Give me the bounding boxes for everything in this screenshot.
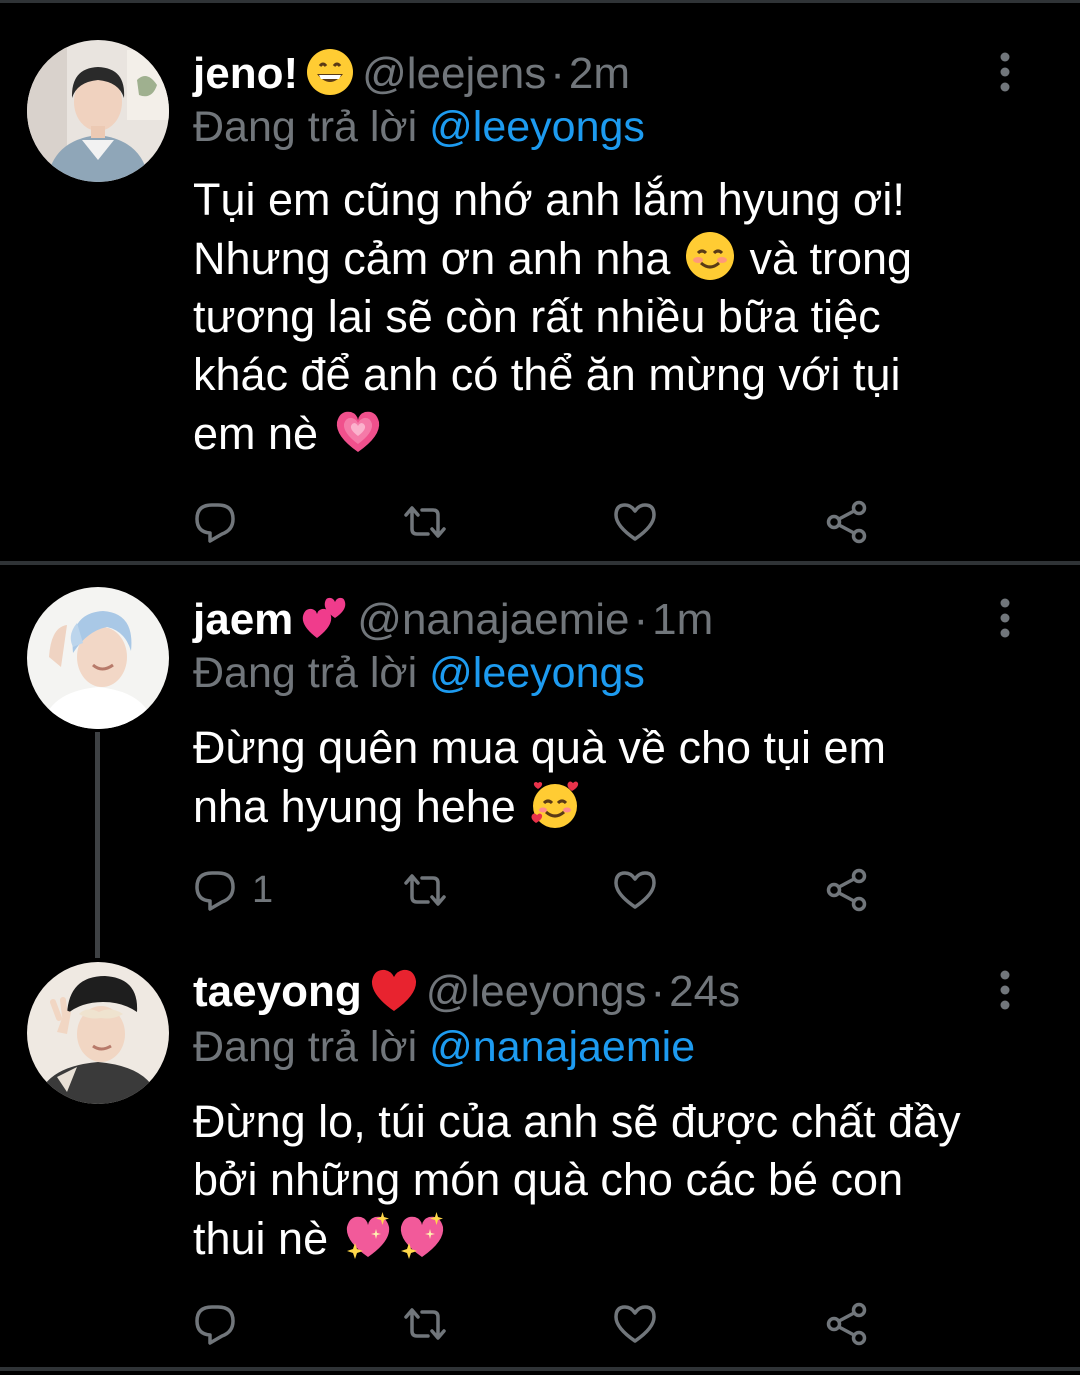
user-handle[interactable]: @leeyongs xyxy=(426,967,647,1016)
tweet-header: jeno! @leejens·2m xyxy=(193,46,630,100)
tweet-text: Đừng quên mua quà về cho tụi em nha hyun… xyxy=(193,719,1033,836)
replying-to-label: Đang trả lời xyxy=(193,103,418,151)
tweet-text-line: nha hyung hehe xyxy=(193,777,1033,836)
tweet-actions xyxy=(192,497,892,547)
replying-to: Đang trả lời @nanajaemie xyxy=(193,1021,695,1073)
separator-dot: · xyxy=(550,49,565,98)
share-icon xyxy=(826,500,867,544)
tweet-header: taeyong @leeyongs·24s xyxy=(193,964,740,1018)
tweet-text-line: Tụi em cũng nhớ anh lắm hyung ơi! xyxy=(193,174,905,225)
tweet-text-line: tương lai sẽ còn rất nhiều bữa tiệc xyxy=(193,291,881,342)
tweet-divider xyxy=(0,1367,1080,1371)
reply-icon xyxy=(195,871,235,911)
display-name[interactable]: jeno! xyxy=(193,49,298,98)
replying-to-handle[interactable]: @nanajaemie xyxy=(429,1023,695,1071)
like-icon xyxy=(614,503,656,541)
tweet-text-fragment: Nhưng cảm ơn anh nha xyxy=(193,233,671,284)
timestamp[interactable]: 2m xyxy=(569,49,630,98)
separator-dot: · xyxy=(633,595,649,644)
timestamp[interactable]: 1m xyxy=(652,595,713,644)
share-button[interactable] xyxy=(824,497,870,547)
reply-button[interactable] xyxy=(192,1299,252,1349)
timestamp[interactable]: 24s xyxy=(669,967,740,1016)
tweet-text-line: bởi những món quà cho các bé con xyxy=(193,1154,904,1205)
like-button[interactable] xyxy=(612,497,658,547)
tweet[interactable]: jeno! @leejens·2m Đang trả lời @leeyongs … xyxy=(0,3,1080,561)
reply-icon xyxy=(195,1305,235,1345)
tweet-text-line: Đừng lo, túi của anh sẽ được chất đầy xyxy=(193,1096,961,1147)
avatar-photo-jaem xyxy=(27,587,169,729)
share-button[interactable] xyxy=(824,1299,870,1349)
display-name[interactable]: jaem xyxy=(193,595,293,644)
display-name[interactable]: taeyong xyxy=(193,967,362,1016)
tweet-text: Tụi em cũng nhớ anh lắm hyung ơi! Nhưng … xyxy=(193,171,1033,463)
tweet-text-line: khác để anh có thể ăn mừng với tụi xyxy=(193,349,901,400)
replying-to-handle[interactable]: @leeyongs xyxy=(429,103,645,151)
separator-dot: · xyxy=(650,967,666,1016)
retweet-icon xyxy=(404,874,446,906)
like-button[interactable] xyxy=(612,1299,658,1349)
user-handle[interactable]: @nanajaemie xyxy=(357,595,629,644)
retweet-icon xyxy=(404,1308,446,1340)
reply-count: 1 xyxy=(252,868,274,911)
retweet-icon xyxy=(404,506,446,538)
tweet-actions xyxy=(192,1299,892,1349)
avatar-photo-jeno xyxy=(27,40,169,182)
smiling-face-with-hearts-emoji xyxy=(528,777,582,831)
replying-to-label: Đang trả lời xyxy=(193,649,418,697)
tweet[interactable]: taeyong @leeyongs·24s Đang trả lời @nanaj… xyxy=(0,945,1080,1365)
sparkling-heart-emoji xyxy=(341,1209,395,1263)
tweet-text: Đừng lo, túi của anh sẽ được chất đầy bở… xyxy=(193,1093,1033,1268)
grinning-face-emoji xyxy=(304,46,356,98)
retweet-button[interactable] xyxy=(402,1299,448,1349)
replying-to: Đang trả lời @leeyongs xyxy=(193,647,645,699)
tweet-text-fragment: nha hyung hehe xyxy=(193,781,516,832)
smiling-face-emoji xyxy=(683,229,737,283)
avatar[interactable] xyxy=(27,962,169,1104)
like-icon xyxy=(614,871,656,909)
tweet-text-line: Đừng quên mua quà về cho tụi em xyxy=(193,722,887,773)
avatar-photo-taeyong xyxy=(27,962,169,1104)
red-heart-emoji xyxy=(368,964,420,1016)
avatar[interactable] xyxy=(27,40,169,182)
tweet-text-line: em nè xyxy=(193,404,1033,463)
reply-icon xyxy=(195,503,235,543)
share-icon xyxy=(826,1302,867,1346)
tweet-text-line: thui nè xyxy=(193,1209,1033,1268)
replying-to-label: Đang trả lời xyxy=(193,1023,418,1071)
share-icon xyxy=(826,868,867,912)
tweet-text-fragment: thui nè xyxy=(193,1213,329,1264)
retweet-button[interactable] xyxy=(402,497,448,547)
tweet-text-line: Nhưng cảm ơn anh nha và trong xyxy=(193,229,1033,288)
avatar[interactable] xyxy=(27,587,169,729)
growing-heart-emoji xyxy=(331,404,385,458)
tweet-text-fragment: em nè xyxy=(193,408,319,459)
reply-button[interactable] xyxy=(192,497,252,547)
more-icon[interactable] xyxy=(988,965,1022,1015)
like-icon xyxy=(614,1305,656,1343)
tweet-header: jaem @nanajaemie·1m xyxy=(193,592,713,646)
tweet[interactable]: jaem @nanajaemie·1m Đang trả lời @leeyong… xyxy=(0,565,1080,945)
two-hearts-emoji xyxy=(299,592,351,644)
like-button[interactable] xyxy=(612,865,658,915)
tweet-actions: 1 xyxy=(192,865,892,915)
more-icon[interactable] xyxy=(988,47,1022,97)
share-button[interactable] xyxy=(824,865,870,915)
retweet-button[interactable] xyxy=(402,865,448,915)
more-icon[interactable] xyxy=(988,593,1022,643)
replying-to-handle[interactable]: @leeyongs xyxy=(429,649,645,697)
reply-button[interactable]: 1 xyxy=(192,865,273,915)
replying-to: Đang trả lời @leeyongs xyxy=(193,101,645,153)
sparkling-heart-emoji xyxy=(395,1209,449,1263)
user-handle[interactable]: @leejens xyxy=(362,49,546,98)
tweet-text-fragment: và trong xyxy=(749,233,913,284)
